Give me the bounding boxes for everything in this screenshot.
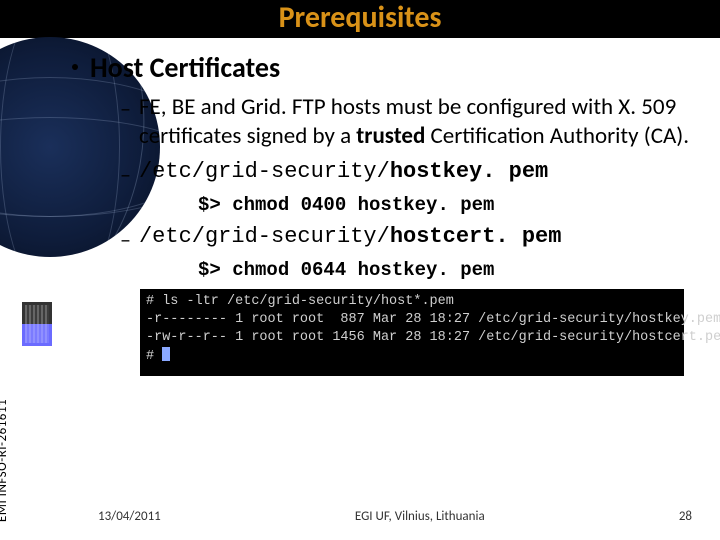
cmd-chmod-hostkey: $> chmod 0400 hostkey. pem [198, 194, 700, 216]
sub-item-description: – FE, BE and Grid. FTP hosts must be con… [120, 93, 700, 151]
emi-logo [22, 302, 52, 346]
hostkey-dir: /etc/grid-security/ [139, 159, 390, 184]
hostkey-file: hostkey. pem [390, 159, 548, 184]
footer-page-number: 28 [679, 509, 692, 524]
terminal-cursor [162, 347, 170, 361]
slide-title: Prerequisites [0, 0, 720, 36]
sub-item-hostcert: – /etc/grid-security/hostcert. pem [120, 224, 700, 253]
desc-suffix: Certification Authority (CA). [425, 122, 689, 150]
terminal-line-1: # ls -ltr /etc/grid-security/host*.pem [146, 294, 454, 309]
terminal-line-3: -rw-r--r-- 1 root root 1456 Mar 28 18:27… [146, 330, 720, 345]
sub-item-hostkey: – /etc/grid-security/hostkey. pem [120, 159, 700, 188]
terminal-prompt: # [146, 349, 162, 364]
dash-icon: – [120, 95, 131, 122]
sub-text-description: FE, BE and Grid. FTP hosts must be confi… [139, 93, 700, 151]
hostcert-path: /etc/grid-security/hostcert. pem [139, 224, 561, 249]
terminal-output: # ls -ltr /etc/grid-security/host*.pem -… [140, 289, 684, 377]
hostcert-file: hostcert. pem [390, 224, 562, 249]
footer-venue: EGI UF, Vilnius, Lithuania [355, 509, 485, 524]
content-area: Host Certificates – FE, BE and Grid. FTP… [72, 50, 700, 376]
slide: Prerequisites Host Certificates – FE, BE… [0, 0, 720, 540]
sidebar-project-code: EMI INFSO-RI-261611 [0, 399, 10, 522]
footer-date: 13/04/2011 [98, 509, 161, 524]
dash-icon: – [120, 161, 131, 188]
hostcert-dir: /etc/grid-security/ [139, 224, 390, 249]
bullet-dot [72, 64, 78, 70]
dash-icon: – [120, 226, 131, 253]
sub-list: – FE, BE and Grid. FTP hosts must be con… [120, 93, 700, 376]
footer: 13/04/2011 EGI UF, Vilnius, Lithuania 28 [0, 509, 720, 524]
cmd-chmod-hostcert: $> chmod 0644 hostkey. pem [198, 259, 700, 281]
desc-bold: trusted [356, 122, 425, 150]
terminal-line-2: -r-------- 1 root root 887 Mar 28 18:27 … [146, 312, 720, 327]
bullet-host-certificates: Host Certificates [72, 50, 700, 85]
bullet-text: Host Certificates [90, 50, 280, 85]
hostkey-path: /etc/grid-security/hostkey. pem [139, 159, 548, 184]
